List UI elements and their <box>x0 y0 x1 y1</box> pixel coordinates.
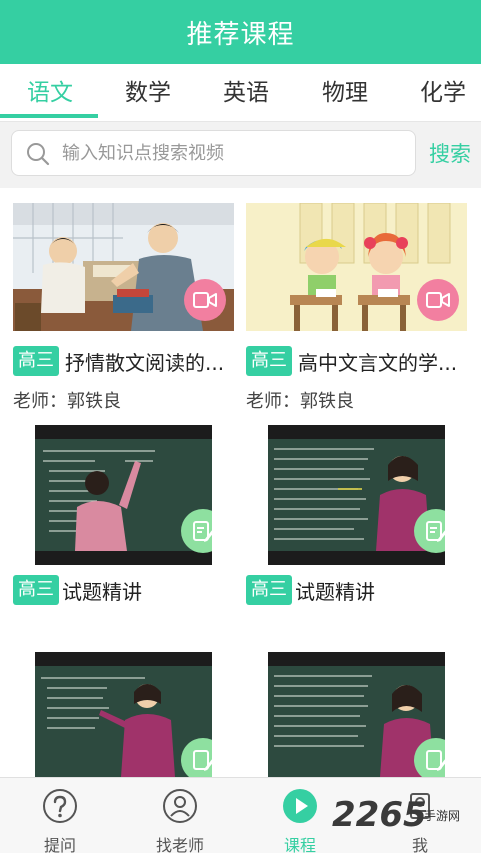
tab-chemistry[interactable]: 化学 <box>395 64 481 122</box>
grade-badge: 高三 <box>246 346 292 376</box>
watermark-number: 2265 <box>332 795 427 835</box>
course-teacher: 老师：郭铁良 <box>13 391 121 412</box>
course-thumbnail[interactable] <box>268 652 445 777</box>
course-thumbnail[interactable] <box>35 652 212 777</box>
tab-english[interactable]: 英语 <box>198 64 294 122</box>
grade-badge: 高三 <box>13 346 59 376</box>
watermark-site: 手游网 <box>424 809 461 823</box>
search-button[interactable]: 搜索 <box>424 136 476 172</box>
play-icon <box>283 789 317 823</box>
course-title[interactable]: 试题精讲 <box>295 576 465 605</box>
course-title[interactable]: 高中文言文的学... <box>298 347 468 376</box>
nav-label: 提问 <box>43 836 76 853</box>
app-header: 推荐课程 <box>0 0 481 64</box>
course-thumbnail[interactable] <box>13 203 234 331</box>
search-icon <box>27 143 50 166</box>
course-title[interactable]: 抒情散文阅读的... <box>65 347 235 376</box>
course-title[interactable]: 试题精讲 <box>62 576 232 605</box>
teacher-icon <box>163 789 197 823</box>
site-watermark: 2265 手游网 <box>332 795 478 847</box>
grade-badge: 高三 <box>246 575 292 605</box>
active-tab-indicator <box>0 114 98 118</box>
nav-ask[interactable]: 提问 <box>10 778 110 853</box>
tab-physics[interactable]: 物理 <box>297 64 393 122</box>
grade-badge: 高三 <box>13 575 59 605</box>
page-title: 推荐课程 <box>186 19 295 50</box>
course-thumbnail[interactable] <box>246 203 467 331</box>
video-icon <box>417 279 459 321</box>
course-thumbnail[interactable] <box>35 425 212 565</box>
nav-find-teacher[interactable]: 找老师 <box>130 778 230 853</box>
nav-label: 找老师 <box>155 836 204 853</box>
question-icon <box>43 789 77 823</box>
video-icon <box>184 279 226 321</box>
search-input[interactable] <box>62 131 402 175</box>
course-thumbnail[interactable] <box>268 425 445 565</box>
course-teacher: 老师：郭铁良 <box>246 391 354 412</box>
tab-math[interactable]: 数学 <box>100 64 196 122</box>
